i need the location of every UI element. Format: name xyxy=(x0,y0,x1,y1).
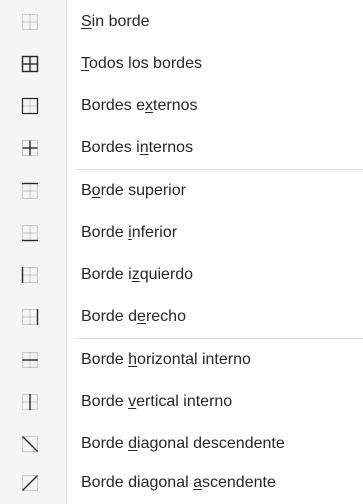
menu-item-label: Bordes internos xyxy=(81,139,194,156)
menu-item-label: Borde derecho xyxy=(81,308,186,325)
inside-borders-icon xyxy=(20,138,40,158)
menu-item-borde-horizontal-interno[interactable]: Borde horizontal interno xyxy=(0,339,363,381)
menu-item-borde-diagonal-descendente[interactable]: Borde diagonal descendente xyxy=(0,423,363,465)
menu-item-todos-los-bordes[interactable]: Todos los bordes xyxy=(0,43,363,85)
right-border-icon xyxy=(20,307,40,327)
menu-item-label: Borde diagonal descendente xyxy=(81,435,285,452)
inside-horizontal-border-icon xyxy=(20,350,40,370)
diagonal-up-border-icon xyxy=(20,473,40,493)
outside-borders-icon xyxy=(20,96,40,116)
menu-item-label: Todos los bordes xyxy=(81,55,202,72)
menu-item-bordes-internos[interactable]: Bordes internos xyxy=(0,127,363,169)
menu-item-borde-izquierdo[interactable]: Borde izquierdo xyxy=(0,254,363,296)
menu-item-label: Borde izquierdo xyxy=(81,266,194,283)
left-border-icon xyxy=(20,265,40,285)
menu-item-bordes-externos[interactable]: Bordes externos xyxy=(0,85,363,127)
no-border-icon xyxy=(20,12,40,32)
menu-item-label: Borde horizontal interno xyxy=(81,351,251,368)
top-border-icon xyxy=(20,181,40,201)
borders-menu: Sin borde Todos los bordes Bordes extern… xyxy=(0,0,363,504)
diagonal-down-border-icon xyxy=(20,434,40,454)
menu-item-label: Borde inferior xyxy=(81,224,178,241)
bottom-border-icon xyxy=(20,223,40,243)
menu-item-borde-vertical-interno[interactable]: Borde vertical interno xyxy=(0,381,363,423)
menu-item-borde-derecho[interactable]: Borde derecho xyxy=(0,296,363,338)
menu-item-label: Borde superior xyxy=(81,182,186,199)
menu-item-label: Bordes externos xyxy=(81,97,198,114)
all-borders-icon xyxy=(20,54,40,74)
menu-item-sin-borde[interactable]: Sin borde xyxy=(0,1,363,43)
menu-item-borde-inferior[interactable]: Borde inferior xyxy=(0,212,363,254)
menu-item-borde-diagonal-ascendente[interactable]: Borde diagonal ascendente xyxy=(0,462,363,504)
inside-vertical-border-icon xyxy=(20,392,40,412)
menu-item-label: Borde diagonal ascendente xyxy=(81,474,276,491)
menu-item-borde-superior[interactable]: Borde superior xyxy=(0,170,363,212)
menu-item-label: Sin borde xyxy=(81,13,150,30)
menu-item-label: Borde vertical interno xyxy=(81,393,233,410)
